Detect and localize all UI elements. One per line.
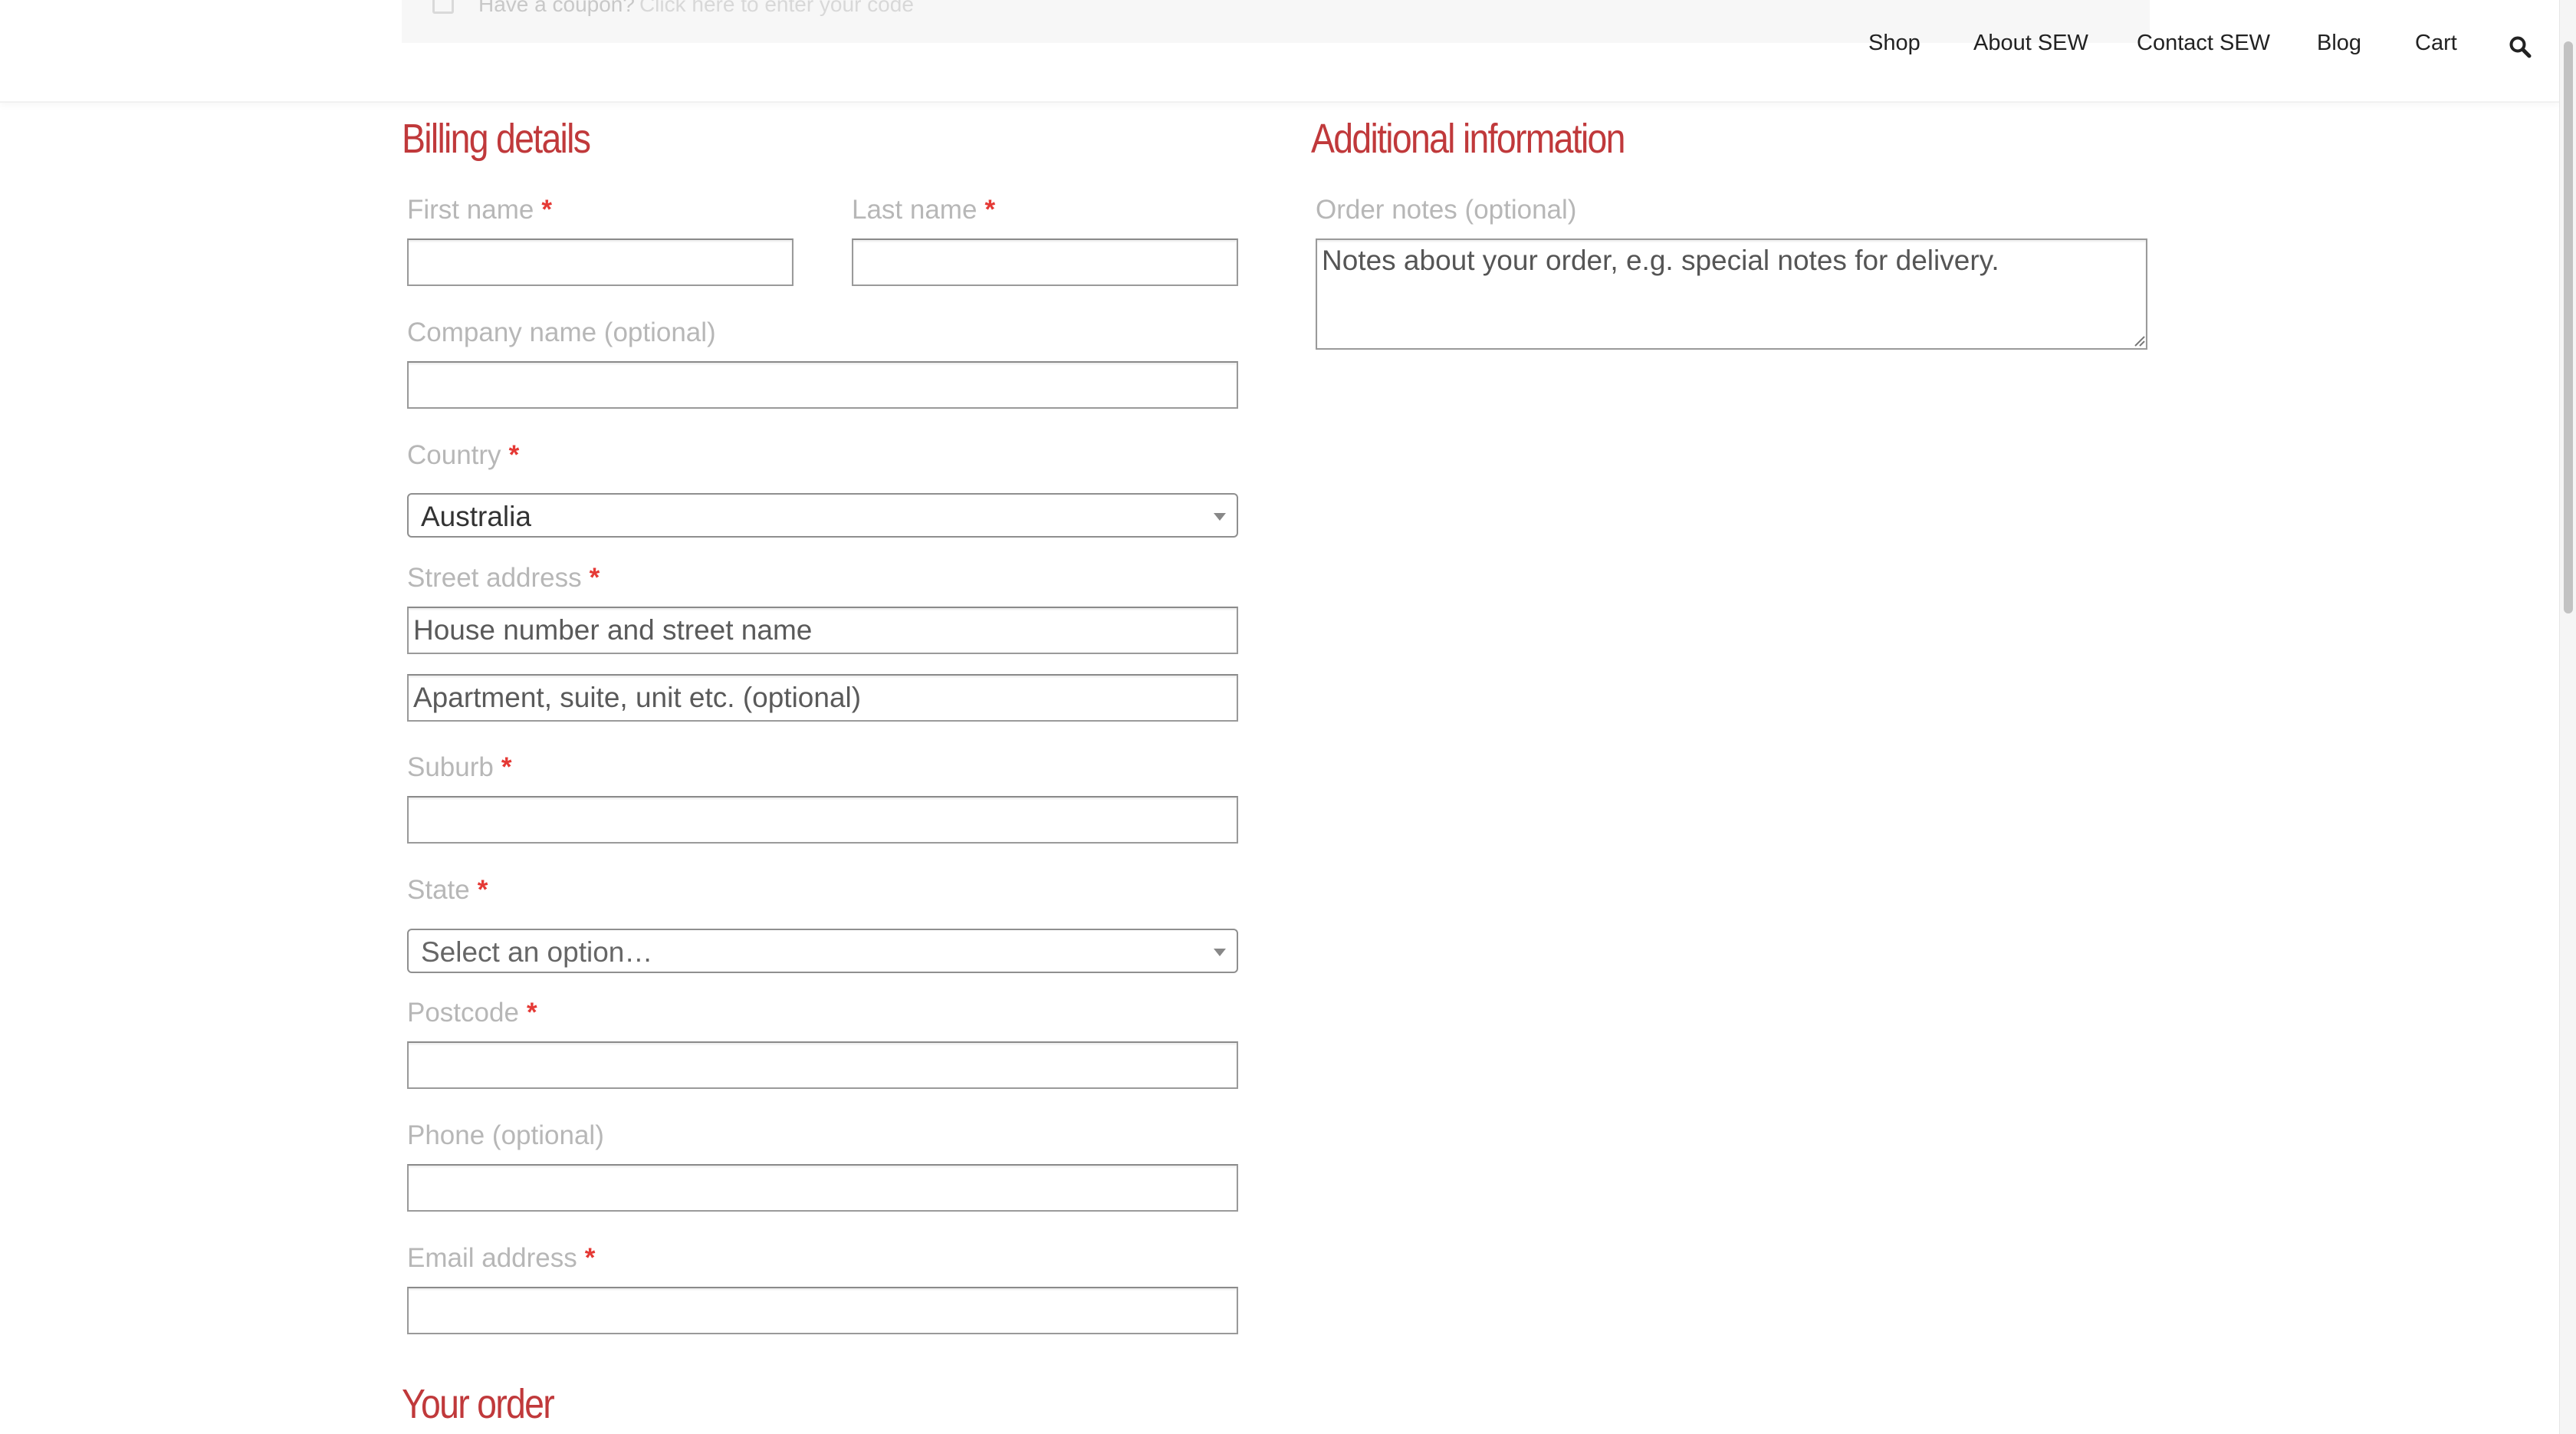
first-name-label: First name * [407,195,552,225]
last-name-label-text: Last name [852,195,978,225]
state-label-text: State [407,875,470,905]
checkout-page: Have a coupon? Click here to enter your c… [0,0,2576,1434]
required-marker: * [526,998,537,1028]
suburb-input[interactable] [407,796,1238,844]
state-label: State * [407,875,488,906]
postcode-label: Postcode * [407,998,537,1028]
billing-details-heading: Billing details [402,116,591,162]
scrollbar-thumb[interactable] [2564,41,2573,613]
additional-information-heading: Additional information [1311,116,1625,162]
country-label-text: Country [407,440,501,470]
company-label: Company name (optional) [407,317,716,348]
company-label-text: Company name (optional) [407,317,716,347]
state-select[interactable]: Select an option… [407,929,1238,973]
order-notes-label-text: Order notes (optional) [1316,195,1577,225]
required-marker: * [584,1243,596,1273]
nav-about-sew[interactable]: About SEW [1973,31,2088,56]
required-marker: * [541,195,552,225]
phone-label-text: Phone (optional) [407,1120,604,1150]
street-address-label: Street address * [407,563,600,594]
suburb-label-text: Suburb [407,752,494,782]
required-marker: * [501,752,512,782]
required-marker: * [984,195,996,225]
suburb-label: Suburb * [407,752,512,783]
email-label-text: Email address [407,1243,577,1273]
required-marker: * [589,563,600,593]
main-nav: Shop About SEW Contact SEW Blog Cart [0,31,2559,61]
country-label: Country * [407,440,519,471]
first-name-label-text: First name [407,195,534,225]
dropdown-arrow-icon [1214,513,1226,521]
street-address-line2-input[interactable] [407,674,1238,722]
state-selected-value: Select an option… [421,936,653,968]
search-icon[interactable] [2509,35,2532,58]
phone-input[interactable] [407,1164,1238,1212]
street-address-line1-input[interactable] [407,607,1238,654]
street-address-label-text: Street address [407,563,582,593]
page-scrollbar[interactable] [2559,0,2576,1434]
last-name-label: Last name * [852,195,995,225]
order-notes-textarea[interactable] [1316,238,2147,350]
nav-shop[interactable]: Shop [1868,31,1921,56]
required-marker: * [508,440,520,470]
site-header: Shop About SEW Contact SEW Blog Cart [0,0,2559,103]
nav-contact-sew[interactable]: Contact SEW [2137,31,2270,56]
dropdown-arrow-icon [1214,949,1226,956]
your-order-heading: Your order [402,1381,555,1427]
first-name-input[interactable] [407,238,794,286]
email-input[interactable] [407,1287,1238,1334]
nav-cart[interactable]: Cart [2415,31,2457,56]
phone-label: Phone (optional) [407,1120,604,1151]
required-marker: * [477,875,488,905]
country-select[interactable]: Australia [407,493,1238,538]
postcode-label-text: Postcode [407,998,519,1028]
postcode-input[interactable] [407,1041,1238,1089]
company-input[interactable] [407,361,1238,409]
order-notes-label: Order notes (optional) [1316,195,1576,225]
last-name-input[interactable] [852,238,1238,286]
country-selected-value: Australia [421,501,531,532]
nav-blog[interactable]: Blog [2317,31,2361,56]
email-label: Email address * [407,1243,595,1274]
